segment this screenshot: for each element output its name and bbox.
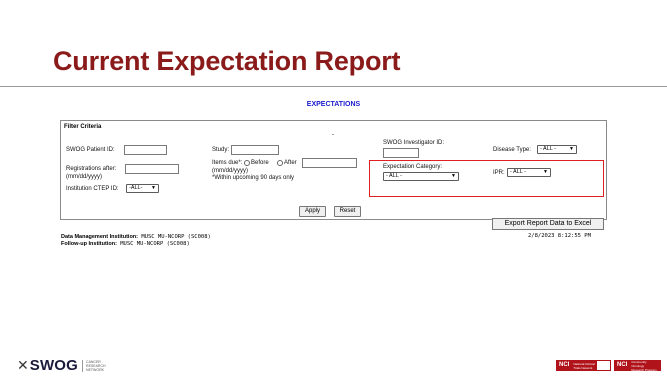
apply-button[interactable]: Apply bbox=[299, 206, 326, 217]
disease-type-value: - ALL - bbox=[540, 146, 556, 152]
highlight-box bbox=[369, 160, 604, 197]
top-rule bbox=[0, 0, 667, 8]
slide: Current Expectation Report EXPECTATIONS … bbox=[0, 0, 667, 379]
disease-type-label: Disease Type: bbox=[493, 147, 531, 153]
report-heading: EXPECTATIONS bbox=[306, 101, 361, 108]
nctn-line-2: Trials Network bbox=[573, 365, 593, 370]
ncorp-line-2: Research Program bbox=[631, 367, 657, 372]
registrations-date-hint: (mm/dd/yyyy) bbox=[66, 174, 102, 180]
items-due-label: Items due*: bbox=[212, 160, 243, 166]
slide-title: Current Expectation Report bbox=[53, 46, 401, 76]
study-label: Study: bbox=[212, 147, 230, 153]
reset-button[interactable]: Reset bbox=[334, 206, 361, 217]
before-radio[interactable] bbox=[244, 160, 250, 166]
ncorp-line-1: Community Oncology bbox=[631, 359, 647, 368]
ncorp-text: Community Oncology Research Program bbox=[629, 359, 660, 372]
dm-institution-value: MUSC MU-NCORP (SC008) bbox=[141, 234, 211, 240]
nctn-text: National Clinical Trials Network bbox=[571, 361, 597, 370]
registrations-after-label: Registrations after: bbox=[66, 166, 117, 172]
nci-logo: NCI bbox=[615, 361, 630, 370]
report-timestamp: 2/8/2023 8:12:55 PM bbox=[528, 233, 591, 239]
after-radio[interactable] bbox=[277, 160, 283, 166]
disease-type-select[interactable]: - ALL - ▼ bbox=[537, 145, 577, 154]
items-due-date-hint: (mm/dd/yyyy) bbox=[212, 168, 248, 174]
chevron-down-icon: ▼ bbox=[569, 146, 574, 152]
title-divider bbox=[0, 86, 667, 87]
after-label: After bbox=[284, 160, 297, 166]
investigator-id-label: SWOG Investigator ID: bbox=[383, 140, 445, 146]
chevron-down-icon: ▼ bbox=[151, 185, 156, 191]
data-management-institution: Data Management Institution: MUSC MU-NCO… bbox=[61, 234, 211, 240]
dm-institution-label: Data Management Institution: bbox=[61, 234, 139, 240]
filter-criteria-title: Filter Criteria bbox=[64, 124, 102, 130]
items-due-date-input[interactable] bbox=[302, 158, 357, 168]
nci-ncorp-badge: NCI Community Oncology Research Program bbox=[614, 359, 661, 372]
patient-id-label: SWOG Patient ID: bbox=[66, 147, 115, 153]
swog-x-icon: ✕ bbox=[17, 357, 29, 373]
items-due-note: *Within upcoming 90 days only bbox=[212, 175, 295, 181]
ctep-id-label: Institution CTEP ID: bbox=[66, 186, 119, 192]
swog-tagline: CANCER RESEARCH NETWORK bbox=[82, 359, 106, 372]
study-input[interactable] bbox=[231, 145, 279, 155]
nci-nctn-badge: NCI National Clinical Trials Network bbox=[556, 360, 611, 371]
swog-logo: ✕ SWOG CANCER RESEARCH NETWORK bbox=[17, 357, 106, 374]
fu-institution-label: Follow-up Institution: bbox=[61, 241, 117, 247]
tagline-line-3: NETWORK bbox=[86, 367, 104, 372]
fu-institution-value: MUSC MU-NCORP (SC008) bbox=[120, 241, 190, 247]
nci-logo: NCI bbox=[557, 361, 572, 370]
export-excel-button[interactable]: Export Report Data to Excel bbox=[492, 218, 604, 230]
swog-logo-text: SWOG bbox=[29, 357, 79, 374]
registrations-after-input[interactable] bbox=[125, 164, 179, 174]
follow-up-institution: Follow-up Institution: MUSC MU-NCORP (SC… bbox=[61, 241, 190, 247]
investigator-id-input[interactable] bbox=[383, 148, 419, 158]
patient-id-input[interactable] bbox=[124, 145, 167, 155]
ctep-id-select[interactable]: -ALL- ▼ bbox=[126, 184, 159, 193]
ctep-id-value: -ALL- bbox=[129, 185, 143, 191]
before-label: Before bbox=[251, 160, 269, 166]
separator-dash: - bbox=[332, 132, 334, 138]
